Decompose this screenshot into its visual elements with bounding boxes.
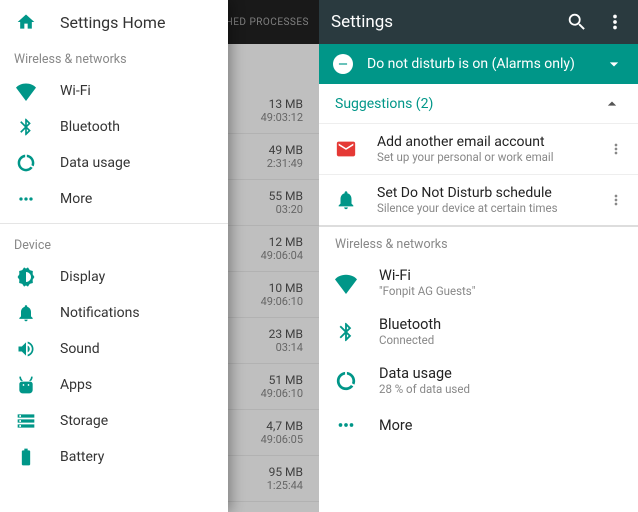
drawer-item-wifi[interactable]: Wi-Fi — [0, 73, 228, 109]
bluetooth-icon — [16, 117, 36, 137]
sound-icon — [16, 339, 36, 359]
section-wireless: Wireless & networks — [319, 227, 638, 258]
home-icon — [16, 12, 36, 32]
apps-icon — [16, 375, 36, 395]
data-usage-icon — [16, 153, 36, 173]
storage-icon — [16, 411, 36, 431]
overflow-icon[interactable] — [602, 192, 630, 208]
drawer-item-storage[interactable]: Storage — [0, 403, 228, 439]
setting-title: Bluetooth — [379, 316, 441, 333]
drawer-item-battery[interactable]: Battery — [0, 439, 228, 475]
dnd-remove-icon[interactable] — [333, 54, 353, 74]
drawer-item-data-usage[interactable]: Data usage — [0, 145, 228, 181]
bluetooth-icon — [335, 321, 357, 343]
suggestion-sub: Set up your personal or work email — [377, 150, 602, 164]
drawer-label: Storage — [60, 413, 108, 429]
drawer-label: Apps — [60, 377, 92, 393]
drawer-label: Bluetooth — [60, 119, 120, 135]
left-phone-screenshot: HED PROCESSES 13 MB49:03:12 49 MB2:31:49… — [0, 0, 319, 512]
drawer-label: Sound — [60, 341, 100, 357]
bell-icon — [16, 303, 36, 323]
gmail-icon — [335, 138, 357, 160]
setting-title: More — [379, 417, 412, 434]
battery-icon — [16, 447, 36, 467]
data-usage-icon — [335, 370, 357, 392]
setting-data-usage[interactable]: Data usage 28 % of data used — [319, 356, 638, 405]
dnd-bar[interactable]: Do not disturb is on (Alarms only) — [319, 44, 638, 84]
drawer-label: Notifications — [60, 305, 140, 321]
right-phone-screenshot: Settings Do not disturb is on (Alarms on… — [319, 0, 638, 512]
suggestions-header[interactable]: Suggestions (2) — [319, 84, 638, 124]
drawer-label: Data usage — [60, 155, 130, 171]
drawer-label: Wi-Fi — [60, 83, 91, 99]
setting-more[interactable]: More — [319, 405, 638, 445]
suggestions-label: Suggestions (2) — [335, 96, 602, 112]
setting-title: Wi-Fi — [379, 267, 475, 284]
bell-icon — [335, 189, 357, 211]
more-icon — [335, 414, 357, 436]
setting-sub: 28 % of data used — [379, 382, 470, 396]
appbar: Settings — [319, 0, 638, 44]
setting-bluetooth[interactable]: Bluetooth Connected — [319, 307, 638, 356]
divider — [0, 223, 228, 224]
drawer-title: Settings Home — [60, 13, 165, 32]
drawer-label: Battery — [60, 449, 104, 465]
nav-drawer: Settings Home Wireless & networks Wi-Fi … — [0, 0, 228, 512]
drawer-item-bluetooth[interactable]: Bluetooth — [0, 109, 228, 145]
drawer-item-display[interactable]: Display — [0, 259, 228, 295]
chevron-down-icon[interactable] — [604, 54, 624, 74]
overflow-icon[interactable] — [604, 11, 626, 33]
drawer-item-notifications[interactable]: Notifications — [0, 295, 228, 331]
section-wireless: Wireless & networks — [0, 44, 228, 73]
drawer-item-more[interactable]: More — [0, 181, 228, 217]
setting-sub: Connected — [379, 333, 441, 347]
suggestion-title: Set Do Not Disturb schedule — [377, 185, 602, 201]
setting-title: Data usage — [379, 365, 470, 382]
search-icon[interactable] — [566, 11, 588, 33]
suggestion-add-email[interactable]: Add another email account Set up your pe… — [319, 124, 638, 175]
suggestion-title: Add another email account — [377, 134, 602, 150]
section-device: Device — [0, 230, 228, 259]
display-icon — [16, 267, 36, 287]
overflow-icon[interactable] — [602, 141, 630, 157]
suggestion-dnd-schedule[interactable]: Set Do Not Disturb schedule Silence your… — [319, 175, 638, 227]
wifi-icon — [16, 81, 36, 101]
page-title: Settings — [331, 12, 550, 32]
setting-sub: "Fonpit AG Guests" — [379, 284, 475, 298]
drawer-item-sound[interactable]: Sound — [0, 331, 228, 367]
suggestion-sub: Silence your device at certain times — [377, 201, 602, 215]
drawer-label: More — [60, 191, 92, 207]
drawer-item-apps[interactable]: Apps — [0, 367, 228, 403]
drawer-header[interactable]: Settings Home — [0, 0, 228, 44]
more-icon — [16, 189, 36, 209]
drawer-label: Display — [60, 269, 105, 285]
wifi-icon — [335, 272, 357, 294]
dnd-text: Do not disturb is on (Alarms only) — [367, 56, 604, 72]
chevron-up-icon — [602, 94, 622, 114]
setting-wifi[interactable]: Wi-Fi "Fonpit AG Guests" — [319, 258, 638, 307]
